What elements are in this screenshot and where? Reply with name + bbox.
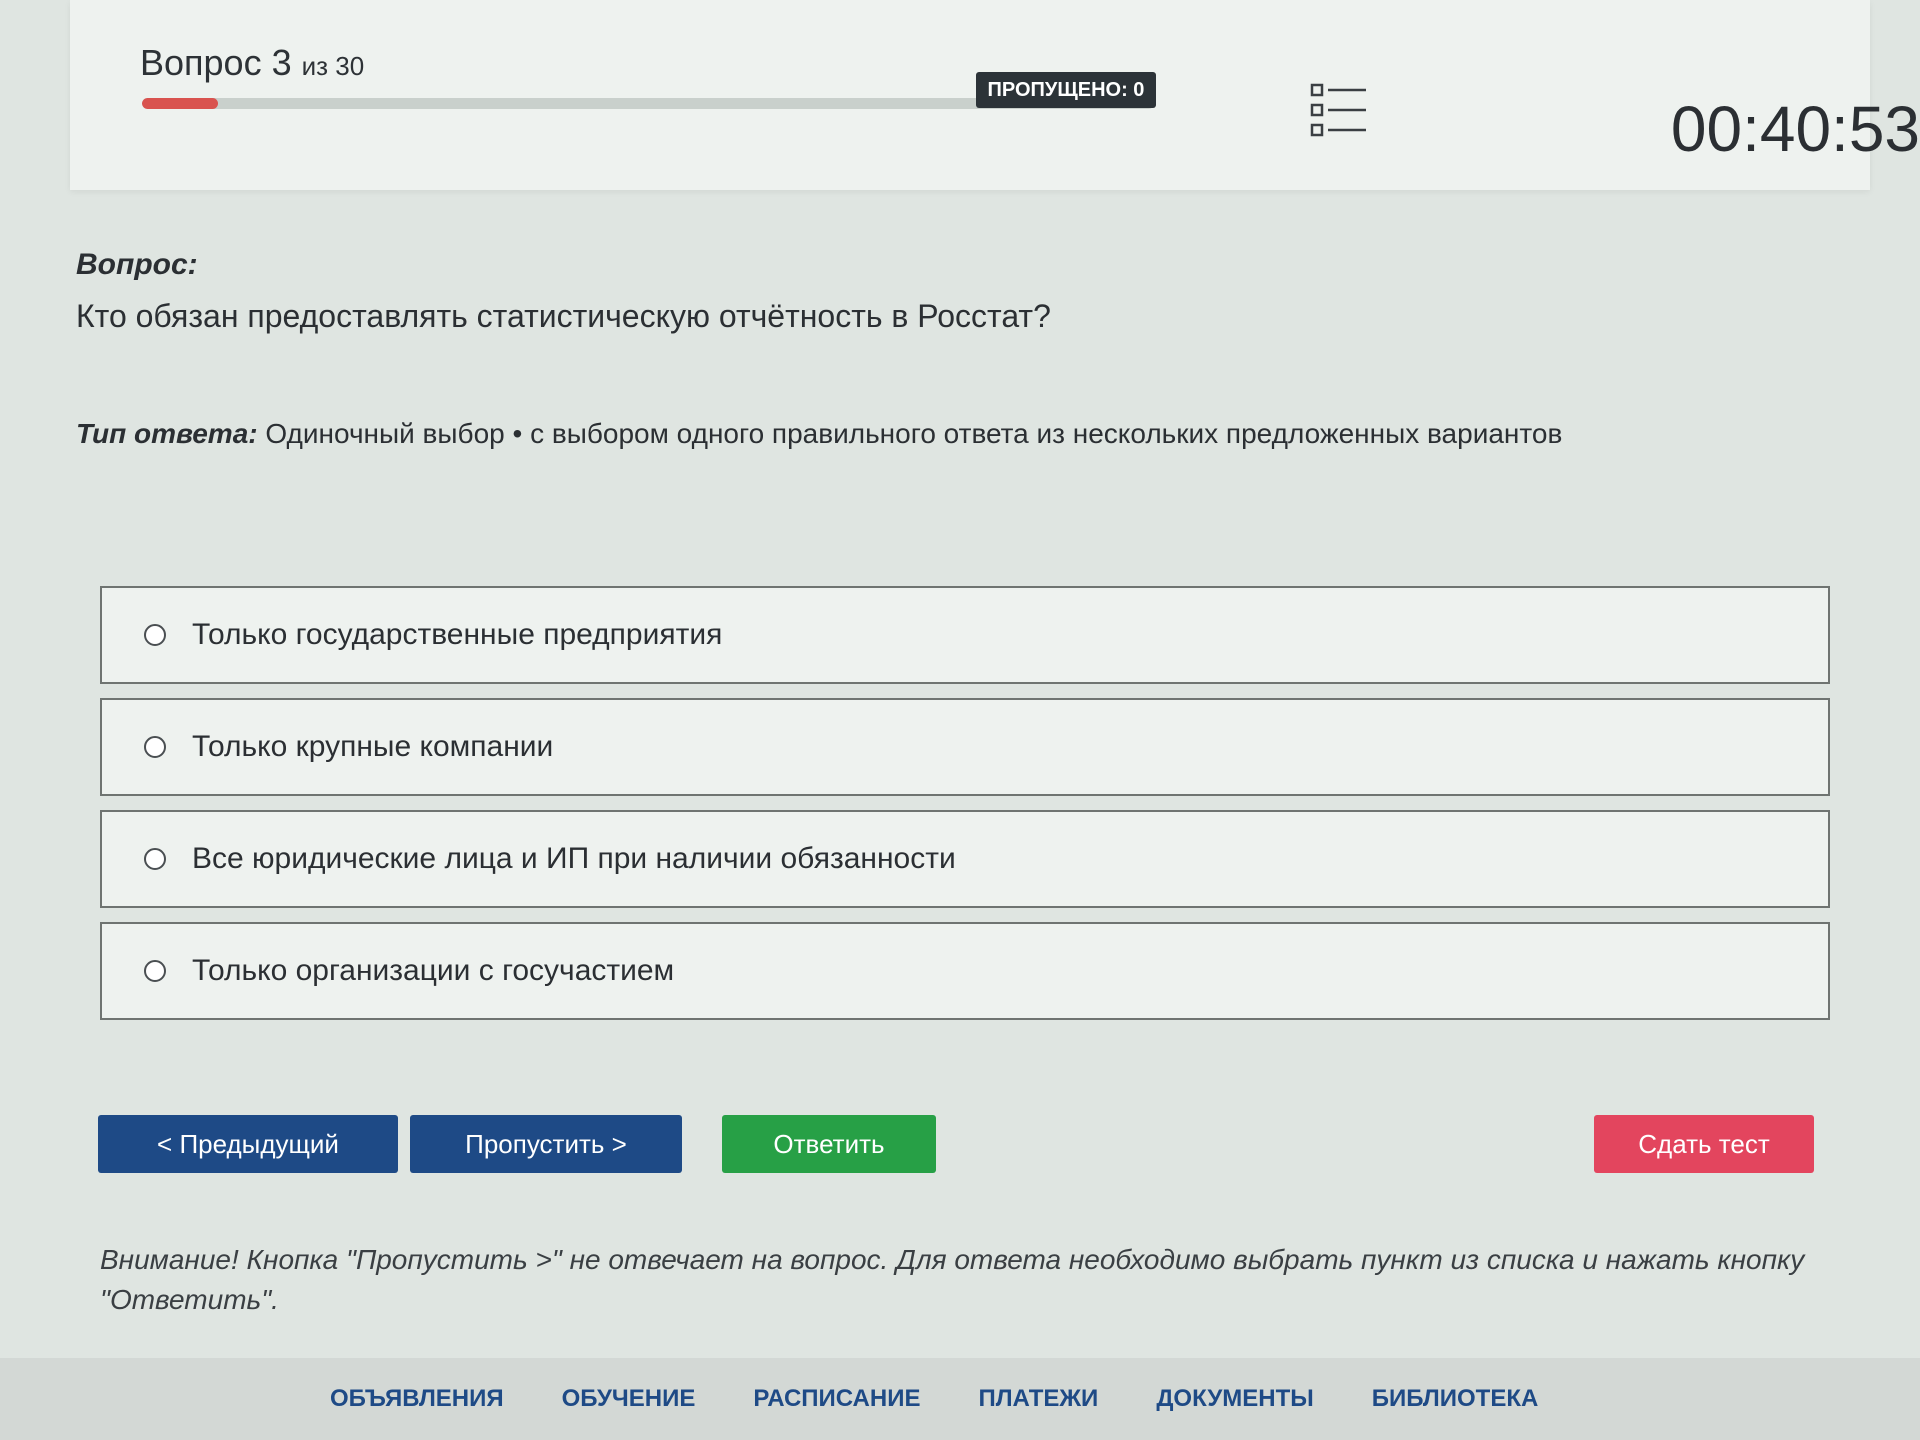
radio-button[interactable] (144, 736, 166, 758)
nav-item-announcements[interactable]: ОБЪЯВЛЕНИЯ (330, 1385, 504, 1413)
question-heading: Вопрос: (76, 248, 198, 281)
answer-option[interactable]: Только государственные предприятия (100, 586, 1830, 684)
question-counter: Вопрос 3 из 30 (140, 42, 364, 84)
answer-option[interactable]: Все юридические лица и ИП при наличии об… (100, 810, 1830, 908)
nav-item-payments[interactable]: ПЛАТЕЖИ (978, 1385, 1098, 1413)
radio-button[interactable] (144, 960, 166, 982)
skip-button[interactable]: Пропустить > (410, 1115, 682, 1173)
question-list-icon[interactable] (1310, 82, 1368, 138)
nav-item-documents[interactable]: ДОКУМЕНТЫ (1156, 1385, 1313, 1413)
countdown-timer: 00:40:53 (1670, 93, 1920, 165)
quiz-header: Вопрос 3 из 30 ПРОПУЩЕНО: 0 00:40:53 (70, 0, 1920, 190)
question-number: Вопрос 3 (140, 42, 292, 83)
answer-option[interactable]: Только организации с госучастием (100, 922, 1830, 1020)
skipped-badge: ПРОПУЩЕНО: 0 (976, 72, 1156, 108)
submit-test-button[interactable]: Сдать тест (1594, 1115, 1814, 1173)
progress-fill (142, 98, 218, 109)
previous-button[interactable]: < Предыдущий (98, 1115, 398, 1173)
option-label: Только государственные предприятия (192, 618, 723, 651)
answer-button[interactable]: Ответить (722, 1115, 936, 1173)
option-label: Только организации с госучастием (192, 954, 675, 987)
nav-item-learning[interactable]: ОБУЧЕНИЕ (562, 1385, 696, 1413)
option-label: Только крупные компании (192, 730, 554, 763)
warning-note: Внимание! Кнопка "Пропустить >" не отвеч… (100, 1244, 1805, 1315)
option-label: Все юридические лица и ИП при наличии об… (192, 842, 956, 875)
answer-type-label: Тип ответа: (76, 418, 258, 449)
answer-option[interactable]: Только крупные компании (100, 698, 1830, 796)
nav-item-schedule[interactable]: РАСПИСАНИЕ (753, 1385, 920, 1413)
answer-type-value: Одиночный выбор • с выбором одного прави… (265, 418, 1563, 449)
answer-type: Тип ответа: Одиночный выбор • с выбором … (76, 418, 1562, 450)
footer-nav: ОБЪЯВЛЕНИЯ ОБУЧЕНИЕ РАСПИСАНИЕ ПЛАТЕЖИ Д… (0, 1358, 1920, 1440)
answer-options: Только государственные предприятия Тольк… (100, 586, 1830, 1034)
radio-button[interactable] (144, 848, 166, 870)
nav-item-library[interactable]: БИБЛИОТЕКА (1372, 1385, 1539, 1413)
question-text: Кто обязан предоставлять статистическую … (76, 298, 1051, 334)
question-total: из 30 (301, 51, 365, 81)
radio-button[interactable] (144, 624, 166, 646)
